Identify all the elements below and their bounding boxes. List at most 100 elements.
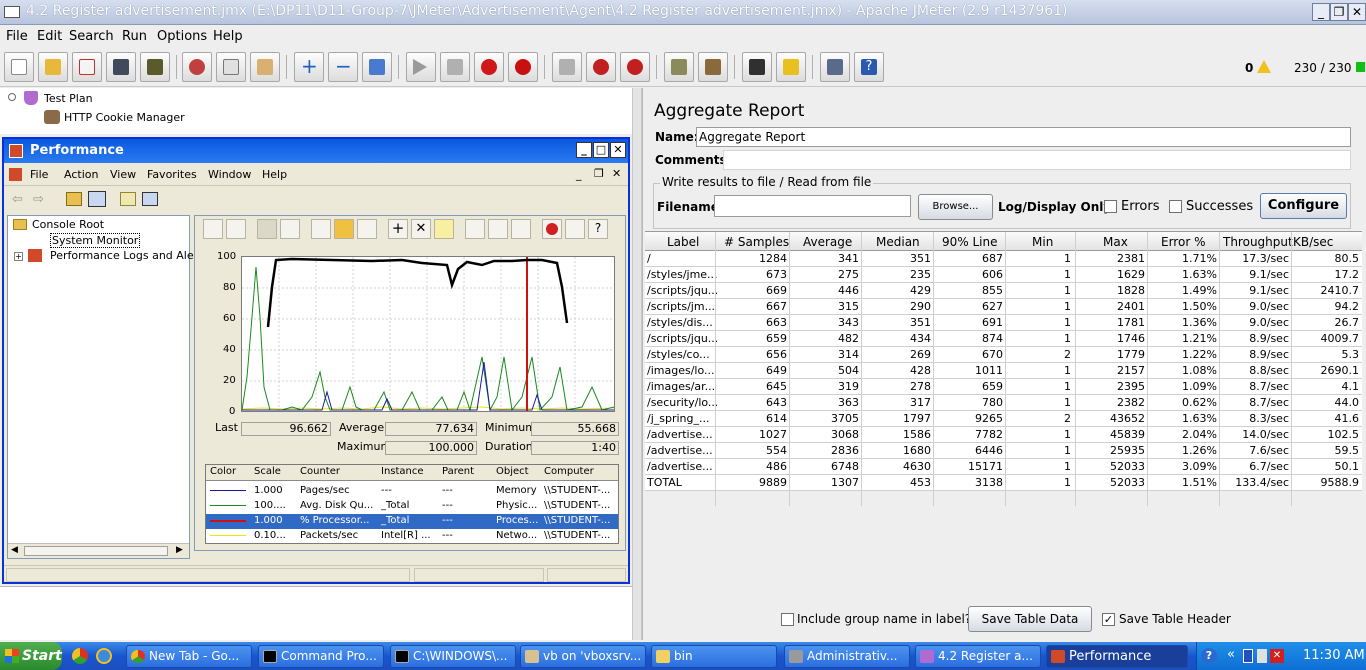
forward-arrow-icon[interactable]: ⇨	[33, 192, 44, 207]
maximize-button[interactable]: ❐	[1330, 3, 1348, 21]
comments-input[interactable]	[723, 150, 1351, 170]
scroll-right-icon[interactable]: ▶	[176, 545, 183, 555]
col-color[interactable]: Color	[210, 466, 236, 477]
help-button[interactable]: ?	[854, 52, 884, 82]
table-row[interactable]: / 1284 341 351 687 1 2381 1.71% 17.3/sec 80.5	[645, 251, 1362, 267]
filename-input[interactable]	[714, 195, 911, 217]
properties-icon[interactable]	[511, 219, 531, 239]
col-computer[interactable]: Computer	[544, 466, 594, 477]
task-jmeter[interactable]: 4.2 Register a...	[915, 645, 1041, 668]
perf-menu-action[interactable]: Action	[64, 168, 98, 181]
paste-button[interactable]	[250, 52, 280, 82]
start-button[interactable]	[406, 52, 436, 82]
table-row[interactable]: /styles/dis... 663 343 351 691 1 1781 1.36% 9.0/…	[645, 315, 1362, 331]
start-button[interactable]: Start	[0, 642, 62, 670]
perf-minimize-button[interactable]: _	[576, 142, 592, 158]
scroll-left-icon[interactable]: ◀	[11, 545, 18, 555]
col-counter[interactable]: Counter	[300, 466, 340, 477]
successes-checkbox[interactable]	[1169, 200, 1182, 213]
show-hide-tree-icon[interactable]	[88, 191, 106, 207]
table-row[interactable]: /images/lo... 649 504 428 1011 1 2157 1.08% 8.8/…	[645, 363, 1362, 379]
perf-menu-help[interactable]: Help	[262, 168, 287, 181]
reset-search-broom-icon[interactable]	[776, 52, 806, 82]
tree-toggle-icon[interactable]	[8, 93, 16, 101]
toggle-button[interactable]	[362, 52, 392, 82]
search-binoculars-icon[interactable]	[742, 52, 772, 82]
task-performance-active[interactable]: Performance	[1046, 645, 1188, 668]
tree-item-test-plan[interactable]: Test Plan	[44, 92, 93, 105]
task-vboxsrv[interactable]: vb on 'vboxsrv...	[520, 645, 646, 668]
task-administrative[interactable]: Administrativ...	[784, 645, 910, 668]
view-current-activity-icon[interactable]	[257, 219, 277, 239]
menu-search[interactable]: Search	[69, 29, 114, 44]
child-close-button[interactable]: ✕	[612, 167, 621, 180]
view-report-icon[interactable]	[357, 219, 377, 239]
freeze-display-icon[interactable]	[542, 219, 562, 239]
perf-menu-view[interactable]: View	[110, 168, 136, 181]
new-button[interactable]	[4, 52, 34, 82]
copy-properties-icon[interactable]	[465, 219, 485, 239]
back-arrow-icon[interactable]: ⇦	[12, 192, 23, 207]
perf-menu-window[interactable]: Window	[208, 168, 251, 181]
col-parent[interactable]: Parent	[442, 466, 474, 477]
clear-all-button[interactable]	[698, 52, 728, 82]
col-object[interactable]: Object	[496, 466, 529, 477]
chrome-quicklaunch-icon[interactable]	[72, 648, 88, 664]
expand-button[interactable]: +	[294, 52, 324, 82]
monitor-help-icon[interactable]: ?	[588, 219, 608, 239]
usb-tray-icon[interactable]	[1243, 649, 1253, 663]
scroll-thumb[interactable]	[24, 546, 168, 556]
view-histogram-icon[interactable]	[334, 219, 354, 239]
table-row[interactable]: /styles/co... 656 314 269 670 2 1779 1.22% 8.9/s…	[645, 347, 1362, 363]
menu-file[interactable]: File	[6, 29, 28, 44]
col-min[interactable]: Min	[1032, 235, 1053, 249]
child-restore-button[interactable]: ❐	[594, 167, 604, 180]
clear-button[interactable]	[664, 52, 694, 82]
highlight-icon[interactable]	[434, 219, 454, 239]
show-hidden-icons-icon[interactable]: «	[1227, 647, 1235, 662]
perf-close-button[interactable]: ✕	[610, 142, 626, 158]
col-error-pct[interactable]: Error %	[1161, 235, 1205, 249]
perf-menu-favorites[interactable]: Favorites	[147, 168, 197, 181]
minimize-button[interactable]: _	[1312, 3, 1330, 21]
save-button[interactable]	[106, 52, 136, 82]
remote-shutdown-button[interactable]	[620, 52, 650, 82]
network-error-icon[interactable]: ✕	[1270, 649, 1284, 663]
open-button[interactable]	[72, 52, 102, 82]
menu-run[interactable]: Run	[122, 29, 147, 44]
col-average[interactable]: Average	[803, 235, 852, 249]
remote-start-button[interactable]	[552, 52, 582, 82]
add-counter-icon[interactable]: +	[388, 219, 408, 239]
save-table-data-button[interactable]: Save Table Data	[968, 606, 1092, 632]
include-group-checkbox[interactable]	[781, 613, 794, 626]
battery-tray-icon[interactable]	[1257, 649, 1267, 663]
cut-button[interactable]	[182, 52, 212, 82]
child-minimize-button[interactable]: _	[576, 168, 582, 181]
name-input[interactable]: Aggregate Report	[696, 127, 1351, 147]
table-row[interactable]: /scripts/jqu... 659 482 434 874 1 1746 1.21% 8.9…	[645, 331, 1362, 347]
expand-icon[interactable]: +	[14, 252, 23, 261]
col-median[interactable]: Median	[876, 235, 920, 249]
menu-edit[interactable]: Edit	[37, 29, 62, 44]
table-row[interactable]: /advertise... 1027 3068 1586 7782 1 45839 2.04%…	[645, 427, 1362, 443]
task-command-prompt[interactable]: Command Pro...	[258, 645, 384, 668]
split-pane-divider[interactable]	[632, 88, 642, 640]
counter-row-selected[interactable]: 1.000 % Processor... _Total --- Proces..…	[206, 514, 618, 529]
close-button[interactable]: ✕	[1348, 3, 1366, 21]
tree-item-http-cookie-manager[interactable]: HTTP Cookie Manager	[64, 111, 185, 124]
tree-performance-logs[interactable]: Performance Logs and Alerts	[50, 249, 208, 262]
configure-button[interactable]: Configure	[1260, 193, 1347, 219]
save-as-button[interactable]	[140, 52, 170, 82]
templates-button[interactable]	[38, 52, 68, 82]
col-90-line[interactable]: 90% Line	[942, 235, 998, 249]
clear-display-icon[interactable]	[226, 219, 246, 239]
warning-icon[interactable]	[1257, 60, 1271, 73]
col-max[interactable]: Max	[1103, 235, 1128, 249]
counter-row[interactable]: 1.000 Pages/sec --- --- Memory \\STUDENT…	[206, 484, 618, 499]
table-row[interactable]: /styles/jme... 673 275 235 606 1 1629 1.63% 9.1/…	[645, 267, 1362, 283]
help-pane-icon[interactable]	[142, 192, 158, 206]
menu-options[interactable]: Options	[157, 29, 207, 44]
remote-stop-button[interactable]	[586, 52, 616, 82]
ie-quicklaunch-icon[interactable]	[96, 648, 112, 664]
col-samples[interactable]: # Samples	[724, 235, 789, 249]
